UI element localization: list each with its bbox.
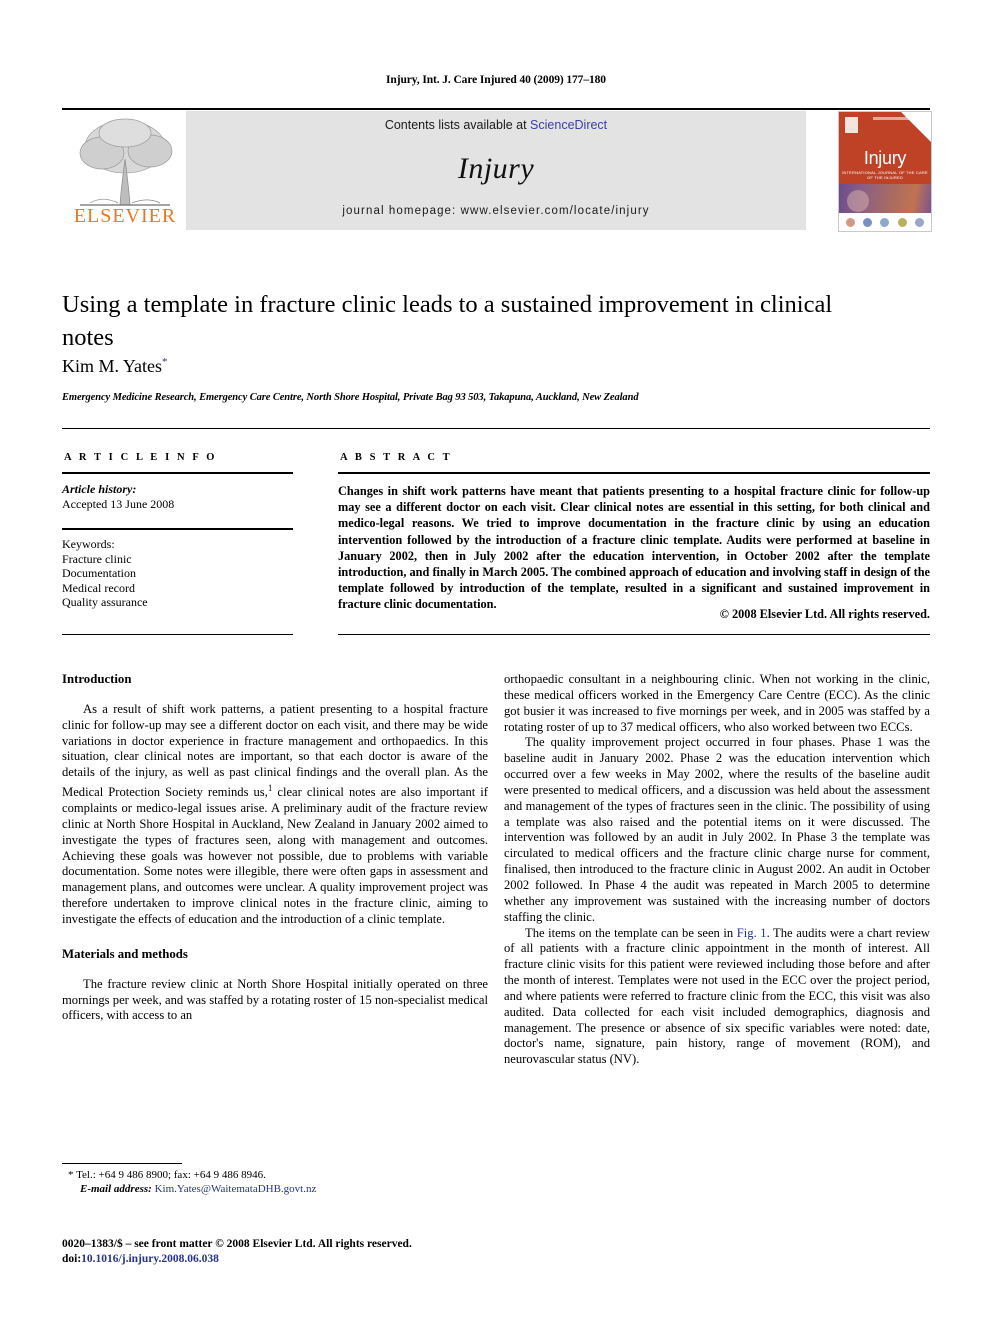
- keyword-item: Medical record: [62, 580, 135, 595]
- footnote-email-line: E-mail address: Kim.Yates@WaitemataDHB.g…: [62, 1182, 488, 1196]
- paragraph-audit-details: The items on the template can be seen in…: [504, 926, 930, 1069]
- cover-title: Injury: [863, 148, 907, 168]
- email-address-label: E-mail address:: [80, 1183, 152, 1195]
- paragraph-methods: The fracture review clinic at North Shor…: [62, 976, 488, 1023]
- running-head: Injury, Int. J. Care Injured 40 (2009) 1…: [386, 74, 606, 86]
- keyword-item: Quality assurance: [62, 595, 148, 610]
- doi-line: doi:10.1016/j.injury.2008.06.038: [62, 1252, 488, 1267]
- keyword-item: Fracture clinic: [62, 551, 132, 566]
- article-history-label: Article history:: [62, 482, 137, 496]
- paragraph-introduction: As a result of shift work patterns, a pa…: [62, 702, 488, 928]
- body-column-left: Introduction As a result of shift work p…: [62, 672, 488, 1024]
- author-footnote-marker[interactable]: *: [162, 356, 168, 368]
- keywords-rule: [62, 528, 293, 530]
- info-top-rule: [62, 428, 930, 429]
- keywords-block: Keywords: Fracture clinic Documentation …: [62, 537, 293, 610]
- article-page: Injury, Int. J. Care Injured 40 (2009) 1…: [0, 0, 992, 1323]
- society-logo-3: [880, 217, 890, 227]
- colophon-block: 0020–1383/$ – see front matter © 2008 El…: [62, 1237, 488, 1267]
- header-top-rule: [62, 108, 930, 110]
- footnote-tel-line: * Tel.: +64 9 486 8900; fax: +64 9 486 8…: [62, 1168, 488, 1182]
- journal-cover-thumbnail[interactable]: Injury INTERNATIONAL JOURNAL OF THE CARE…: [838, 111, 932, 232]
- society-logo-1: [846, 217, 856, 227]
- abstract-heading: A B S T R A C T: [340, 452, 453, 463]
- journal-homepage[interactable]: journal homepage: www.elsevier.com/locat…: [186, 205, 806, 217]
- doi-label: doi:: [62, 1253, 82, 1265]
- author-list: Kim M. Yates*: [62, 356, 862, 377]
- contents-available-line: Contents lists available at ScienceDirec…: [186, 118, 806, 132]
- cover-publisher-mark: [845, 117, 858, 133]
- cover-photo-band: [839, 184, 931, 214]
- abstract-copyright: © 2008 Elsevier Ltd. All rights reserved…: [719, 607, 930, 621]
- article-info-rule: [62, 472, 293, 474]
- abstract-text: Changes in shift work patterns have mean…: [338, 484, 930, 612]
- doi-link[interactable]: 10.1016/j.injury.2008.06.038: [81, 1253, 219, 1265]
- elsevier-wordmark: ELSEVIER: [73, 205, 177, 227]
- paragraph-phases: The quality improvement project occurred…: [504, 735, 930, 924]
- abstract-rule: [338, 472, 930, 474]
- body-column-right: orthopaedic consultant in a neighbouring…: [504, 672, 930, 1068]
- page-title: Using a template in fracture clinic lead…: [62, 291, 833, 351]
- issn-line: 0020–1383/$ – see front matter © 2008 El…: [62, 1238, 412, 1250]
- society-logo-5: [914, 217, 924, 227]
- author-name: Kim M. Yates: [62, 356, 163, 376]
- footnote-marker: *: [68, 1169, 74, 1181]
- figure-reference-link[interactable]: Fig. 1: [737, 926, 767, 940]
- article-history: Article history: Accepted 13 June 2008: [62, 482, 293, 511]
- keywords-label: Keywords:: [62, 537, 115, 551]
- intro-text-b: clear clinical notes are also important …: [62, 785, 488, 926]
- footnote-block: * Tel.: +64 9 486 8900; fax: +64 9 486 8…: [62, 1168, 488, 1196]
- heading-materials-and-methods: Materials and methods: [62, 946, 188, 961]
- audit-text-b: . The audits were a chart review of all …: [504, 925, 930, 1067]
- cover-subtitle: INTERNATIONAL JOURNAL OF THE CARE OF THE…: [842, 170, 928, 180]
- article-history-value: Accepted 13 June 2008: [62, 496, 175, 511]
- contents-prefix: Contents lists available at: [384, 118, 531, 132]
- footnote-rule: [62, 1163, 182, 1164]
- affiliation: Emergency Medicine Research, Emergency C…: [62, 392, 639, 403]
- keyword-item: Documentation: [62, 566, 136, 581]
- society-logo-4: [897, 217, 907, 227]
- heading-introduction: Introduction: [62, 672, 132, 686]
- society-logo-2: [863, 217, 873, 227]
- journal-name: Injury: [457, 152, 535, 185]
- article-info-heading: A R T I C L E I N F O: [64, 452, 218, 463]
- sciencedirect-link[interactable]: ScienceDirect: [530, 118, 607, 132]
- footnote-tel: Tel.: +64 9 486 8900; fax: +64 9 486 894…: [76, 1169, 266, 1181]
- cover-top-rules: [873, 117, 909, 120]
- email-address-link[interactable]: Kim.Yates@WaitemataDHB.govt.nz: [155, 1183, 317, 1195]
- elsevier-logo: ELSEVIER: [66, 113, 184, 230]
- info-bottom-rule: [62, 634, 293, 635]
- paragraph-methods-continued: orthopaedic consultant in a neighbouring…: [504, 672, 930, 734]
- abstract-bottom-rule: [338, 634, 930, 635]
- cover-society-logos: [839, 213, 931, 231]
- audit-text-a: The items on the template can be seen in: [525, 925, 737, 940]
